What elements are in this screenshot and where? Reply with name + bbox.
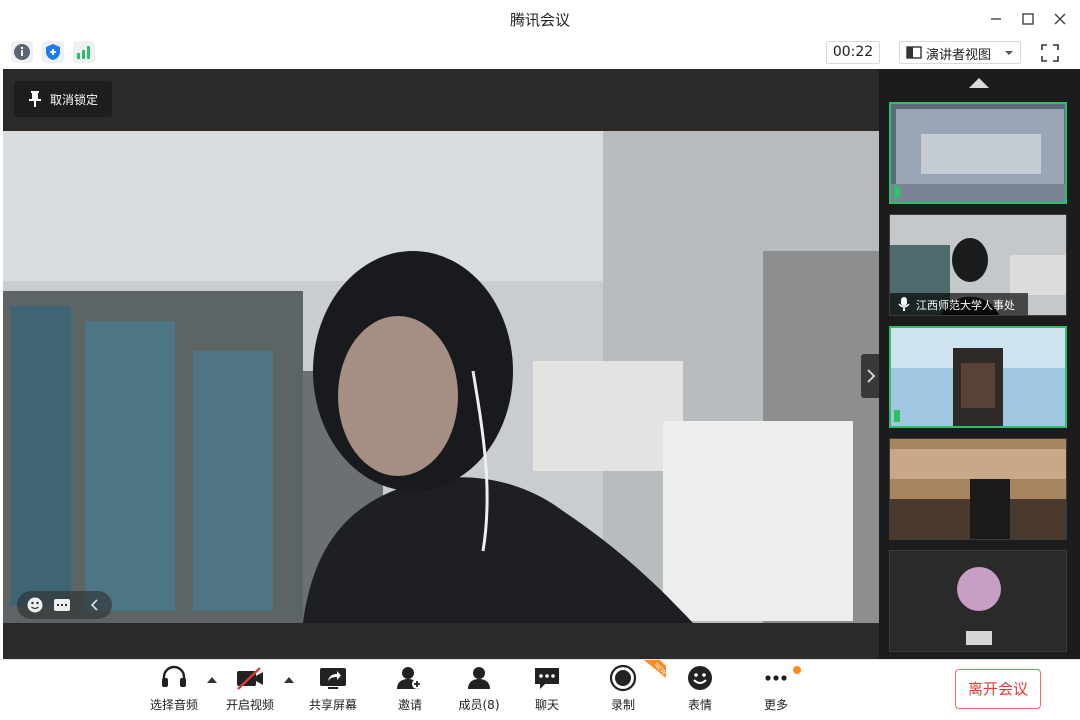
chat-button[interactable]: 聊天 bbox=[516, 664, 578, 718]
title-bar: 腾讯会议 bbox=[0, 0, 1080, 37]
layout-icon bbox=[906, 46, 922, 59]
participant-thumb-3[interactable] bbox=[889, 326, 1067, 428]
collapse-panel-button[interactable] bbox=[861, 354, 881, 398]
audio-options-caret-icon[interactable] bbox=[207, 676, 217, 684]
svg-text:NEW: NEW bbox=[653, 661, 666, 676]
record-icon bbox=[609, 664, 637, 692]
reactions-label: 表情 bbox=[687, 698, 712, 712]
members-label: 成员(8) bbox=[458, 698, 500, 712]
main-video-stage: 取消锁定 bbox=[3, 69, 881, 659]
participant-thumb-5[interactable] bbox=[889, 550, 1067, 652]
chevron-left-icon bbox=[90, 599, 98, 611]
minimize-icon bbox=[991, 18, 1001, 20]
video-label: 开启视频 bbox=[225, 698, 274, 712]
record-label: 录制 bbox=[610, 698, 635, 712]
chevron-down-icon bbox=[1005, 51, 1013, 55]
video-options-caret-icon[interactable] bbox=[284, 676, 294, 684]
add-user-icon bbox=[397, 667, 422, 689]
invite-button[interactable]: 邀请 bbox=[379, 664, 441, 718]
unpin-button[interactable]: 取消锁定 bbox=[14, 81, 112, 117]
scroll-up-button[interactable] bbox=[967, 75, 991, 89]
minimize-button[interactable] bbox=[984, 7, 1008, 31]
participant-thumb-2[interactable]: 江西师范大学人事处 bbox=[889, 214, 1067, 316]
video-off-icon bbox=[237, 667, 263, 690]
leave-meeting-button[interactable]: 离开会议 bbox=[955, 669, 1041, 709]
share-screen-label: 共享屏幕 bbox=[308, 698, 357, 712]
participant-thumb-4[interactable] bbox=[889, 438, 1067, 540]
more-label: 更多 bbox=[763, 698, 788, 712]
chevron-right-icon bbox=[867, 369, 876, 383]
participant-name-bar: 江西师范大学人事处 bbox=[890, 293, 1028, 315]
meeting-window: 腾讯会议 00:22 演讲者视图 取消锁定 江西师范大学人事处 选择音频 开启视… bbox=[0, 0, 1080, 720]
notification-dot bbox=[793, 666, 801, 674]
chat-label: 聊天 bbox=[534, 698, 559, 712]
close-button[interactable] bbox=[1048, 7, 1072, 31]
members-button[interactable]: 成员(8) bbox=[448, 664, 510, 718]
members-icon bbox=[468, 667, 490, 689]
fullscreen-icon bbox=[1041, 44, 1059, 62]
audio-level-indicator bbox=[894, 410, 900, 422]
layout-label: 演讲者视图 bbox=[926, 48, 992, 63]
microphone-icon bbox=[898, 297, 910, 311]
participant-name: 江西师范大学人事处 bbox=[916, 299, 1015, 312]
unpin-label: 取消锁定 bbox=[50, 93, 99, 107]
layout-dropdown[interactable]: 演讲者视图 bbox=[899, 41, 1021, 64]
video-button[interactable]: 开启视频 bbox=[219, 664, 281, 718]
fullscreen-button[interactable] bbox=[1038, 41, 1062, 65]
share-screen-button[interactable]: 共享屏幕 bbox=[302, 664, 364, 718]
caption-icon bbox=[54, 599, 70, 611]
more-icon bbox=[765, 675, 787, 681]
triangle-up-icon bbox=[969, 78, 989, 88]
audio-level-indicator bbox=[894, 186, 900, 198]
participant-thumb-1[interactable] bbox=[889, 102, 1067, 204]
headset-icon bbox=[162, 665, 186, 687]
emoji-icon bbox=[27, 597, 43, 613]
speaker-video bbox=[3, 131, 879, 623]
shield-icon[interactable] bbox=[42, 41, 64, 63]
maximize-icon bbox=[1022, 13, 1034, 25]
signal-bars-icon[interactable] bbox=[73, 41, 95, 63]
share-screen-icon bbox=[320, 668, 346, 689]
top-toolbar: 00:22 演讲者视图 bbox=[0, 37, 1080, 69]
chat-icon bbox=[535, 668, 559, 689]
invite-label: 邀请 bbox=[397, 698, 422, 712]
audio-button[interactable]: 选择音频 bbox=[143, 664, 205, 718]
audio-label: 选择音频 bbox=[149, 698, 198, 712]
pin-icon bbox=[29, 91, 41, 107]
meeting-timer: 00:22 bbox=[826, 41, 880, 64]
close-icon bbox=[1054, 13, 1066, 25]
reactions-button[interactable]: 表情 bbox=[669, 664, 731, 718]
emoji-icon bbox=[688, 666, 712, 690]
control-bar: 选择音频 开启视频 共享屏幕 邀请 成员(8) 聊天 录制 表情 更多 bbox=[0, 659, 1080, 720]
stage-quick-controls bbox=[17, 591, 112, 619]
new-badge: NEW bbox=[638, 660, 668, 678]
window-title: 腾讯会议 bbox=[509, 11, 570, 29]
maximize-button[interactable] bbox=[1016, 7, 1040, 31]
participant-panel: 江西师范大学人事处 bbox=[879, 69, 1080, 659]
info-icon[interactable] bbox=[11, 41, 33, 63]
